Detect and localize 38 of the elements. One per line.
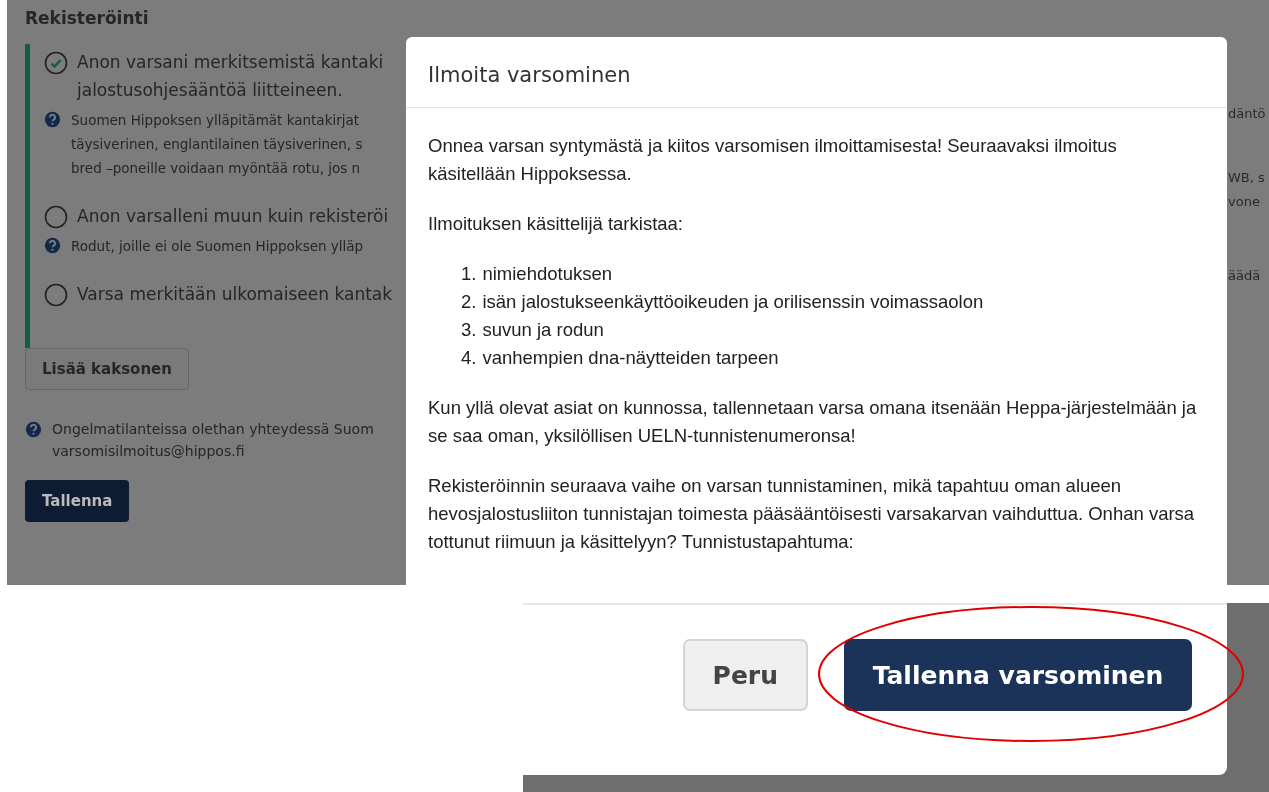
help-icon[interactable] (44, 111, 61, 128)
partial-text: äädä (1227, 267, 1262, 285)
list-number: 2. (461, 291, 477, 312)
partial-text: WB, s (1227, 169, 1266, 187)
help-icon[interactable] (44, 237, 61, 254)
option-label: Varsa merkitään ulkomaiseen kantak (77, 283, 393, 306)
help-text: varsomisilmoitus@hippos.fi (52, 442, 246, 461)
dialog-paragraph: Rekisteröinnin seuraava vaihe on varsan tunnistaminen, mikä tapahtuu oman alueen hevosjalostusliiton tunnistajan toimesta pääsääntöisesti varsakarvan vaihduttua. Onhan varsa tottunut riimuun ja käsittelyyn? Tunnistustapahtuma: (428, 474, 1196, 554)
list-number: 3. (461, 319, 477, 340)
add-twin-button[interactable]: Lisää kaksonen (25, 348, 189, 390)
help-text: Ongelmatilanteissa olethan yhteydessä Suom (52, 420, 374, 439)
option-label: Anon varsalleni muun kuin rekisteröi (77, 205, 389, 228)
dialog-paragraph: Kun yllä olevat asiat on kunnossa, tallennetaan varsa omana itsenään Heppa-järjestelmään ja se saa oman, yksilöllisen UELN-tunnistenumeronsa! (428, 396, 1198, 448)
help-text: bred –poneille voidaan myöntää rotu, jos n (71, 159, 362, 178)
check-circle-icon[interactable] (44, 51, 68, 75)
radio-circle-icon[interactable] (44, 283, 68, 307)
save-button[interactable]: Tallenna (25, 480, 130, 522)
help-icon[interactable] (25, 421, 42, 438)
option-label: jalostusohjesääntöä liitteineen. (77, 79, 344, 102)
list-item-text: vanhempien dna-näytteiden tarpeen (482, 347, 779, 368)
help-text: täysiverinen, englantilainen täysiverinen, s (71, 135, 363, 154)
option-label: Anon varsani merkitsemistä kantaki (77, 51, 384, 74)
help-text: Suomen Hippoksen ylläpitämät kantakirjat (71, 111, 361, 130)
list-number: 1. (461, 263, 477, 284)
section-heading: Rekisteröinti (25, 8, 150, 28)
list-item-text: isän jalostukseenkäyttöoikeuden ja orilisenssin voimassaolon (482, 291, 984, 312)
help-text: Rodut, joille ei ole Suomen Hippoksen ylläp (71, 237, 364, 256)
list-item-text: nimiehdotuksen (482, 263, 613, 284)
radio-circle-icon[interactable] (44, 205, 68, 229)
dialog-title: Ilmoita varsominen (406, 37, 1227, 108)
dialog-paragraph: Onnea varsan syntymästä ja kiitos varsomisen ilmoittamisesta! Seuraavaksi ilmoitus käsitellään Hippoksessa. (428, 134, 1118, 186)
list-item-text: suvun ja rodun (482, 319, 604, 340)
save-foaling-button[interactable]: Tallenna varsominen (844, 639, 1192, 711)
cancel-button[interactable]: Peru (682, 639, 808, 711)
partial-text: vone (1227, 193, 1261, 211)
list-number: 4. (461, 347, 477, 368)
partial-text: däntö (1227, 105, 1267, 123)
dialog-paragraph: Ilmoituksen käsittelijä tarkistaa: (428, 212, 684, 236)
